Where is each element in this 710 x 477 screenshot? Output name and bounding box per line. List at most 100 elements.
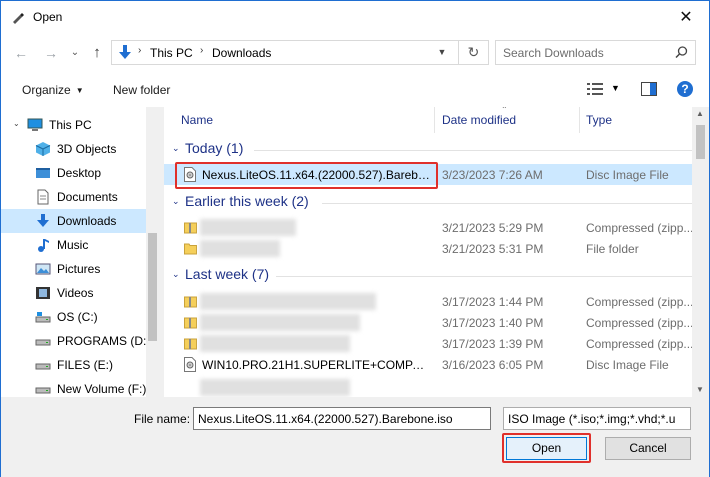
drive-icon	[35, 312, 51, 323]
highlight-selected-file	[175, 162, 438, 189]
address-dropdown-button[interactable]: ▼	[432, 41, 452, 64]
redacted-file-name	[200, 335, 350, 352]
sidebar-scrollbar-thumb[interactable]	[148, 233, 157, 341]
title-bar: Open ✕	[1, 1, 709, 33]
file-date: 3/17/2023 1:39 PM	[442, 337, 544, 351]
scroll-up-icon[interactable]: ▲	[696, 109, 704, 118]
column-divider[interactable]	[579, 107, 580, 133]
zip-folder-icon	[184, 338, 197, 350]
video-icon	[36, 287, 50, 299]
refresh-icon: ↻	[467, 44, 480, 60]
folder-icon	[184, 243, 197, 255]
sidebar-item-documents[interactable]: Documents	[1, 185, 146, 209]
file-row[interactable]: 3/17/2023 1:40 PM Compressed (zipp...	[164, 312, 693, 333]
document-icon	[37, 189, 49, 205]
column-header-type[interactable]: Type	[586, 107, 612, 133]
file-row[interactable]	[164, 375, 692, 396]
column-header-name[interactable]: Name	[181, 107, 213, 133]
up-button[interactable]: ↑	[87, 43, 107, 63]
file-type-select[interactable]: ISO Image (*.iso;*.img;*.vhd;*.u	[503, 407, 691, 430]
breadcrumb-downloads[interactable]: Downloads	[212, 46, 271, 60]
breadcrumb-this-pc[interactable]: This PC	[150, 46, 193, 60]
sidebar-item-label: PROGRAMS (D:)	[57, 334, 151, 348]
desktop-icon	[36, 168, 50, 178]
scroll-down-icon[interactable]: ▼	[696, 385, 704, 394]
recent-locations-button[interactable]: ⌄	[65, 43, 85, 63]
sidebar-item-label: Documents	[57, 190, 118, 204]
sidebar-item-downloads[interactable]: Downloads	[1, 209, 146, 233]
file-type: Compressed (zipp...	[586, 221, 694, 235]
organize-label: Organize	[22, 83, 71, 97]
redacted-file-name	[200, 379, 350, 396]
sidebar-item-pictures[interactable]: Pictures	[1, 257, 146, 281]
redacted-file-name	[200, 314, 360, 331]
file-name-label: File name:	[134, 412, 191, 426]
dialog-footer: File name: Nexus.LiteOS.11.x64.(22000.52…	[1, 397, 709, 477]
group-divider	[276, 276, 692, 277]
group-label: Last week (7)	[185, 266, 270, 282]
file-date: 3/21/2023 5:31 PM	[442, 242, 544, 256]
sidebar-item-programs-d[interactable]: PROGRAMS (D:)	[1, 329, 150, 353]
organize-button[interactable]: Organize ▼	[22, 83, 84, 97]
file-row[interactable]: 3/21/2023 5:31 PM File folder	[164, 238, 692, 259]
chevron-down-icon: ⌄	[172, 269, 180, 279]
zip-folder-icon	[184, 296, 197, 308]
column-divider[interactable]	[434, 107, 435, 133]
file-date: 3/16/2023 6:05 PM	[442, 358, 544, 372]
sidebar-scrollbar[interactable]	[146, 107, 159, 397]
sidebar-item-3d-objects[interactable]: 3D Objects	[1, 137, 146, 161]
sidebar-item-files-e[interactable]: FILES (E:)	[1, 353, 146, 377]
file-row[interactable]: 3/21/2023 5:29 PM Compressed (zipp...	[164, 217, 694, 238]
chevron-down-icon: ⌄	[70, 47, 80, 58]
new-folder-button[interactable]: New folder	[113, 83, 170, 97]
sidebar-item-os-c[interactable]: OS (C:)	[1, 305, 146, 329]
search-box[interactable]: Search Downloads	[495, 40, 696, 65]
navigation-bar: ← → ⌄ ↑ › This PC › Downloads ▼ ↻ Search…	[1, 33, 709, 73]
file-name-input[interactable]: Nexus.LiteOS.11.x64.(22000.527).Barebone…	[193, 407, 491, 430]
window-title: Open	[33, 10, 63, 24]
drive-icon	[35, 387, 51, 394]
address-bar[interactable]: › This PC › Downloads ▼ ↻	[111, 40, 489, 65]
change-view-icon[interactable]	[587, 82, 603, 96]
file-row[interactable]: 3/17/2023 1:39 PM Compressed (zipp...	[164, 333, 693, 354]
pictures-icon	[35, 263, 51, 275]
cube-icon	[35, 142, 51, 156]
back-button[interactable]: ←	[11, 43, 31, 63]
file-list-scrollbar-thumb[interactable]	[696, 125, 705, 159]
open-file-icon	[13, 13, 24, 24]
sidebar-item-label: Downloads	[57, 214, 117, 228]
refresh-button[interactable]: ↻	[458, 41, 488, 64]
help-icon[interactable]: ?	[677, 81, 693, 97]
sidebar-item-new-volume-f[interactable]: New Volume (F:)	[1, 377, 146, 397]
highlight-open-button	[502, 433, 591, 463]
sidebar-item-videos[interactable]: Videos	[1, 281, 146, 305]
redacted-file-name	[200, 240, 280, 257]
group-header-earlier-this-week[interactable]: ⌄ Earlier this week (2)	[164, 192, 692, 214]
forward-button[interactable]: →	[41, 43, 61, 63]
cancel-button[interactable]: Cancel	[605, 437, 691, 460]
sidebar-item-desktop[interactable]: Desktop	[1, 161, 146, 185]
sidebar-item-label: 3D Objects	[57, 142, 117, 156]
preview-pane-icon[interactable]	[641, 82, 657, 96]
redacted-file-name	[200, 219, 296, 236]
group-header-today[interactable]: ⌄ Today (1)	[164, 139, 692, 161]
drive-icon	[35, 339, 51, 346]
close-icon: ✕	[679, 9, 693, 26]
close-button[interactable]: ✕	[663, 1, 709, 33]
sidebar-item-label: Pictures	[57, 262, 101, 276]
music-icon	[38, 239, 49, 252]
chevron-down-icon[interactable]: ⌄	[13, 119, 20, 128]
drive-icon	[35, 363, 51, 370]
chevron-down-icon: ⌄	[172, 196, 180, 206]
group-header-last-week[interactable]: ⌄ Last week (7)	[164, 265, 692, 287]
new-folder-label: New folder	[113, 83, 171, 97]
search-input[interactable]: Search Downloads	[503, 46, 604, 60]
view-options-caret-icon[interactable]: ▼	[611, 83, 620, 93]
file-type: Disc Image File	[586, 168, 669, 182]
sidebar-item-label: Desktop	[57, 166, 102, 180]
sidebar-item-music[interactable]: Music	[1, 233, 146, 257]
file-row[interactable]: 3/17/2023 1:44 PM Compressed (zipp...	[164, 291, 693, 312]
file-list-scrollbar[interactable]: ▲ ▼	[692, 107, 709, 397]
file-row-win10-iso[interactable]: WIN10.PRO.21H1.SUPERLITE+COMPACT.... 3/1…	[164, 354, 692, 375]
sidebar-item-this-pc[interactable]: ⌄ This PC	[1, 113, 146, 137]
